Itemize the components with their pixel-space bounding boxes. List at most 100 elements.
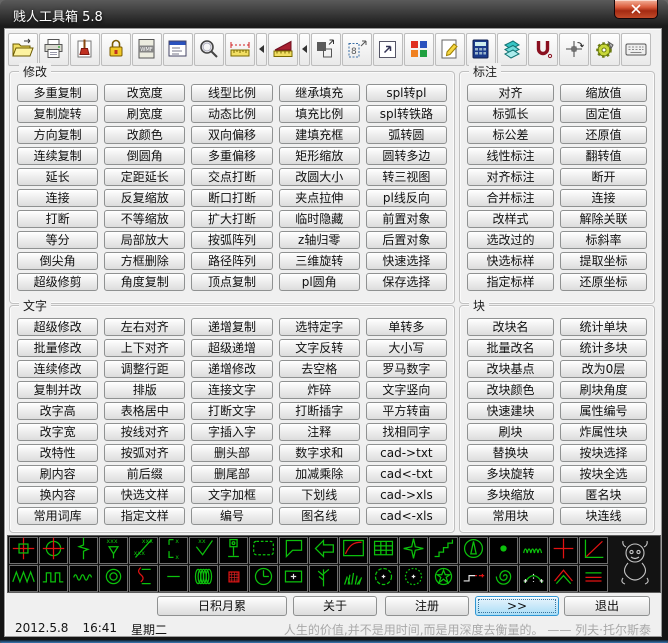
modify-cmd-button[interactable]: 夹点拉伸 [278, 189, 360, 207]
text-cmd-button[interactable]: 按线对齐 [104, 423, 186, 441]
text-cmd-button[interactable]: 字插入字 [191, 423, 273, 441]
modify-cmd-button[interactable]: 改圆大小 [278, 168, 360, 186]
text-cmd-button[interactable]: 炸碎 [278, 381, 360, 399]
block-cmd-button[interactable]: 多块缩放 [467, 486, 554, 504]
modify-cmd-button[interactable]: 填充比例 [278, 105, 360, 123]
block-cmd-button[interactable]: 炸属性块 [560, 423, 647, 441]
exit-button[interactable]: 退出 [564, 596, 650, 616]
block-cmd-button[interactable]: 改块颜色 [467, 381, 554, 399]
grid-tool-triangle-wave[interactable] [9, 565, 38, 592]
text-cmd-button[interactable]: 表格居中 [104, 402, 186, 420]
modify-cmd-button[interactable]: 交点打断 [191, 168, 273, 186]
text-cmd-button[interactable]: 大小写 [365, 339, 447, 357]
modify-cmd-button[interactable]: 路径阵列 [191, 252, 273, 270]
text-cmd-button[interactable]: cad<-txt [365, 465, 447, 483]
block-cmd-button[interactable]: 快速建块 [467, 402, 554, 420]
grid-tool-weld-check[interactable]: xx [189, 537, 218, 564]
block-cmd-button[interactable]: 改块名 [467, 318, 554, 336]
grid-tool-break-line[interactable] [69, 537, 98, 564]
modify-cmd-button[interactable]: 转三视图 [365, 168, 447, 186]
text-cmd-button[interactable]: 快选文样 [104, 486, 186, 504]
modify-cmd-button[interactable]: 定距延长 [104, 168, 186, 186]
grid-tool-roof-peak[interactable] [549, 565, 578, 592]
grid-tool-rect-plus[interactable] [279, 565, 308, 592]
text-cmd-button[interactable]: 文字加框 [191, 486, 273, 504]
grid-tool-circle-cross[interactable] [39, 537, 68, 564]
modify-cmd-button[interactable]: 前置对象 [365, 210, 447, 228]
text-cmd-button[interactable]: 超级递增 [191, 339, 273, 357]
modify-cmd-button[interactable]: 圆转多边 [365, 147, 447, 165]
modify-cmd-button[interactable]: 断口打断 [191, 189, 273, 207]
measure-length-button[interactable] [225, 32, 255, 66]
text-cmd-button[interactable]: 递增复制 [191, 318, 273, 336]
modify-cmd-button[interactable]: pl圆角 [278, 273, 360, 291]
text-cmd-button[interactable]: 找相同字 [365, 423, 447, 441]
grid-tool-donut[interactable] [99, 565, 128, 592]
grid-tool-arc-points[interactable] [519, 565, 548, 592]
modify-cmd-button[interactable]: spl转铁路 [365, 105, 447, 123]
purge-button[interactable] [70, 32, 100, 66]
modify-cmd-button[interactable]: 双向偏移 [191, 126, 273, 144]
grid-tool-revision-cloud[interactable] [249, 537, 278, 564]
modify-cmd-button[interactable]: 延长 [17, 168, 99, 186]
color-tools-button[interactable] [404, 32, 434, 66]
wmf-export-button[interactable]: WMF [132, 32, 162, 66]
dimension-cmd-button[interactable]: 改样式 [467, 210, 554, 228]
text-cmd-button[interactable]: 递增修改 [191, 360, 273, 378]
block-cmd-button[interactable]: 改块基点 [467, 360, 554, 378]
grid-tool-arrow-left[interactable] [309, 537, 338, 564]
block-cmd-button[interactable]: 块连线 [560, 507, 647, 525]
text-cmd-button[interactable]: 单转多 [365, 318, 447, 336]
scale-text-button[interactable]: 8 [342, 32, 372, 66]
text-cmd-button[interactable]: 按弧对齐 [104, 444, 186, 462]
dimension-cmd-button[interactable]: 翻转值 [560, 147, 647, 165]
grid-tool-spring-coil[interactable] [189, 565, 218, 592]
dimension-cmd-button[interactable]: 断开 [560, 168, 647, 186]
block-cmd-button[interactable]: 多块旋转 [467, 465, 554, 483]
modify-cmd-button[interactable]: 动态比例 [191, 105, 273, 123]
collapse-2-button[interactable] [299, 32, 310, 66]
text-cmd-button[interactable]: 加减乘除 [278, 465, 360, 483]
modify-cmd-button[interactable]: 倒尖角 [17, 252, 99, 270]
modify-cmd-button[interactable]: 反复缩放 [104, 189, 186, 207]
text-cmd-button[interactable]: 打断文字 [191, 402, 273, 420]
calculator-button[interactable] [466, 32, 496, 66]
text-cmd-button[interactable]: cad<-xls [365, 507, 447, 525]
print-button[interactable] [39, 32, 69, 66]
text-cmd-button[interactable]: 数字求和 [278, 444, 360, 462]
modify-cmd-button[interactable]: 保存选择 [365, 273, 447, 291]
grid-tool-tree-branch[interactable] [309, 565, 338, 592]
dimension-cmd-button[interactable]: 提取坐标 [560, 252, 647, 270]
dimension-cmd-button[interactable]: 对齐 [467, 84, 554, 102]
grid-tool-step-marker[interactable] [459, 565, 488, 592]
dimension-cmd-button[interactable]: 选改过的 [467, 231, 554, 249]
text-cmd-button[interactable]: 编号 [191, 507, 273, 525]
modify-cmd-button[interactable]: 连续复制 [17, 147, 99, 165]
grid-tool-coil-row[interactable] [519, 537, 548, 564]
text-cmd-button[interactable]: 文字竖向 [365, 381, 447, 399]
dimension-cmd-button[interactable]: 标弧长 [467, 105, 554, 123]
collapse-1-button[interactable] [256, 32, 267, 66]
text-cmd-button[interactable]: 文字反转 [278, 339, 360, 357]
grid-tool-red-cross[interactable] [549, 537, 578, 564]
text-cmd-button[interactable]: 排版 [104, 381, 186, 399]
grid-tool-sine-wave[interactable] [69, 565, 98, 592]
modify-cmd-button[interactable]: 快速选择 [365, 252, 447, 270]
block-cmd-button[interactable]: 属性编号 [560, 402, 647, 420]
text-cmd-button[interactable]: 打断插字 [278, 402, 360, 420]
text-cmd-button[interactable]: 选特定字 [278, 318, 360, 336]
modify-cmd-button[interactable]: 改颜色 [104, 126, 186, 144]
text-cmd-button[interactable]: 超级修改 [17, 318, 99, 336]
text-cmd-button[interactable]: 连接文字 [191, 381, 273, 399]
register-button[interactable]: 注册 [385, 596, 469, 616]
modify-cmd-button[interactable]: 建填充框 [278, 126, 360, 144]
modify-cmd-button[interactable]: 弧转圆 [365, 126, 447, 144]
grid-tool-slope-mark[interactable]: xxx xxx [129, 537, 158, 564]
modify-cmd-button[interactable]: 复制旋转 [17, 105, 99, 123]
grid-tool-square-wave[interactable] [39, 565, 68, 592]
block-cmd-button[interactable]: 匿名块 [560, 486, 647, 504]
block-cmd-button[interactable]: 统计多块 [560, 339, 647, 357]
grid-tool-sprocket-a[interactable] [369, 565, 398, 592]
text-cmd-button[interactable]: 换内容 [17, 486, 99, 504]
dimension-cmd-button[interactable]: 还原坐标 [560, 273, 647, 291]
